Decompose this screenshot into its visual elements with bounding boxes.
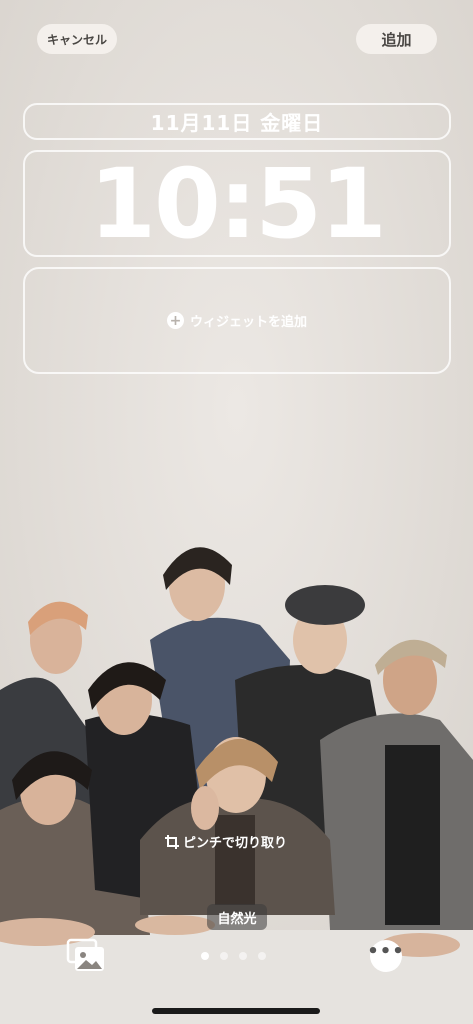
filter-name-label: 自然光 [207, 904, 267, 930]
photo-library-button[interactable] [66, 938, 106, 974]
home-indicator[interactable] [152, 1008, 320, 1014]
date-widget-frame[interactable]: 11月11日 金曜日 [23, 103, 451, 140]
plus-circle-icon: + [166, 312, 184, 329]
cancel-button[interactable]: キャンセル [37, 24, 117, 54]
page-dot-1[interactable] [201, 952, 209, 960]
clock-time: 10:51 [89, 147, 387, 260]
clock-frame[interactable]: 10:51 [23, 147, 451, 260]
date-label: 11月11日 金曜日 [150, 111, 324, 135]
page-dot-3[interactable] [239, 952, 247, 960]
add-button[interactable]: 追加 [356, 24, 437, 54]
more-options-button[interactable]: ••• [367, 940, 405, 972]
add-widget-frame[interactable]: + ウィジェットを追加 [23, 267, 451, 374]
add-widget-label: ウィジェットを追加 [189, 315, 307, 330]
wallpaper-page-indicator[interactable] [201, 952, 273, 960]
page-dot-2[interactable] [220, 952, 228, 960]
photo-library-icon [66, 938, 104, 971]
pinch-crop-hint: ピンチで切り取り [165, 832, 287, 851]
ellipsis-icon: ••• [367, 941, 405, 962]
crop-icon [165, 834, 179, 849]
add-widget-button[interactable]: + ウィジェットを追加 [166, 311, 307, 330]
page-dot-4[interactable] [258, 952, 266, 960]
pinch-crop-label: ピンチで切り取り [183, 836, 288, 851]
